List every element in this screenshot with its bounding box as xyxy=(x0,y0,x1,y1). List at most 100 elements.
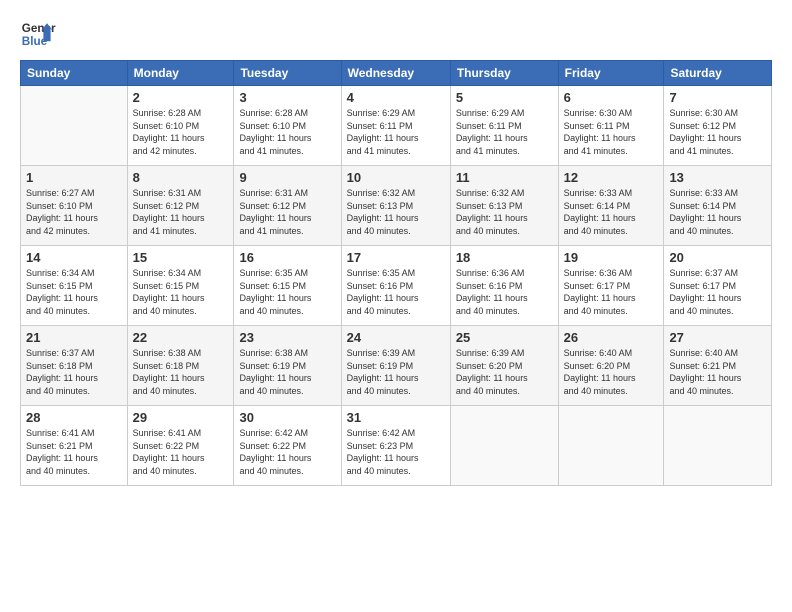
calendar-cell: 4 Sunrise: 6:29 AM Sunset: 6:11 PM Daylig… xyxy=(341,86,450,166)
calendar-week-row: 21 Sunrise: 6:37 AM Sunset: 6:18 PM Dayli… xyxy=(21,326,772,406)
day-number: 8 xyxy=(133,170,229,185)
col-thursday: Thursday xyxy=(450,61,558,86)
col-saturday: Saturday xyxy=(664,61,772,86)
day-number: 20 xyxy=(669,250,766,265)
day-number: 29 xyxy=(133,410,229,425)
day-info: Sunrise: 6:31 AM Sunset: 6:12 PM Dayligh… xyxy=(133,187,229,237)
day-info: Sunrise: 6:27 AM Sunset: 6:10 PM Dayligh… xyxy=(26,187,122,237)
day-number: 7 xyxy=(669,90,766,105)
day-number: 26 xyxy=(564,330,659,345)
day-info: Sunrise: 6:41 AM Sunset: 6:21 PM Dayligh… xyxy=(26,427,122,477)
calendar-week-row: 1 Sunrise: 6:27 AM Sunset: 6:10 PM Daylig… xyxy=(21,166,772,246)
calendar-cell: 18 Sunrise: 6:36 AM Sunset: 6:16 PM Dayli… xyxy=(450,246,558,326)
day-number: 22 xyxy=(133,330,229,345)
calendar-cell: 19 Sunrise: 6:36 AM Sunset: 6:17 PM Dayli… xyxy=(558,246,664,326)
day-number: 16 xyxy=(239,250,335,265)
day-number: 12 xyxy=(564,170,659,185)
calendar-week-row: 14 Sunrise: 6:34 AM Sunset: 6:15 PM Dayli… xyxy=(21,246,772,326)
day-number: 14 xyxy=(26,250,122,265)
calendar-cell xyxy=(450,406,558,486)
calendar-cell xyxy=(664,406,772,486)
col-friday: Friday xyxy=(558,61,664,86)
calendar-cell xyxy=(558,406,664,486)
calendar-cell: 2 Sunrise: 6:28 AM Sunset: 6:10 PM Daylig… xyxy=(127,86,234,166)
day-info: Sunrise: 6:30 AM Sunset: 6:12 PM Dayligh… xyxy=(669,107,766,157)
day-number: 4 xyxy=(347,90,445,105)
day-number: 3 xyxy=(239,90,335,105)
day-number: 10 xyxy=(347,170,445,185)
calendar-cell: 22 Sunrise: 6:38 AM Sunset: 6:18 PM Dayli… xyxy=(127,326,234,406)
day-info: Sunrise: 6:35 AM Sunset: 6:15 PM Dayligh… xyxy=(239,267,335,317)
day-number: 28 xyxy=(26,410,122,425)
day-info: Sunrise: 6:34 AM Sunset: 6:15 PM Dayligh… xyxy=(26,267,122,317)
day-number: 1 xyxy=(26,170,122,185)
calendar-cell: 23 Sunrise: 6:38 AM Sunset: 6:19 PM Dayli… xyxy=(234,326,341,406)
day-number: 27 xyxy=(669,330,766,345)
col-monday: Monday xyxy=(127,61,234,86)
day-info: Sunrise: 6:33 AM Sunset: 6:14 PM Dayligh… xyxy=(564,187,659,237)
header: General Blue xyxy=(20,16,772,52)
day-info: Sunrise: 6:32 AM Sunset: 6:13 PM Dayligh… xyxy=(347,187,445,237)
calendar-cell: 3 Sunrise: 6:28 AM Sunset: 6:10 PM Daylig… xyxy=(234,86,341,166)
day-info: Sunrise: 6:37 AM Sunset: 6:18 PM Dayligh… xyxy=(26,347,122,397)
day-number: 6 xyxy=(564,90,659,105)
day-info: Sunrise: 6:29 AM Sunset: 6:11 PM Dayligh… xyxy=(456,107,553,157)
day-info: Sunrise: 6:34 AM Sunset: 6:15 PM Dayligh… xyxy=(133,267,229,317)
day-number: 5 xyxy=(456,90,553,105)
day-number: 9 xyxy=(239,170,335,185)
day-number: 18 xyxy=(456,250,553,265)
day-info: Sunrise: 6:42 AM Sunset: 6:23 PM Dayligh… xyxy=(347,427,445,477)
calendar-cell: 30Sunrise: 6:42 AM Sunset: 6:22 PM Dayli… xyxy=(234,406,341,486)
day-info: Sunrise: 6:36 AM Sunset: 6:16 PM Dayligh… xyxy=(456,267,553,317)
calendar-cell: 6Sunrise: 6:30 AM Sunset: 6:11 PM Daylig… xyxy=(558,86,664,166)
day-info: Sunrise: 6:32 AM Sunset: 6:13 PM Dayligh… xyxy=(456,187,553,237)
calendar-cell: 20Sunrise: 6:37 AM Sunset: 6:17 PM Dayli… xyxy=(664,246,772,326)
calendar-table: Sunday Monday Tuesday Wednesday Thursday… xyxy=(20,60,772,486)
calendar-cell: 13Sunrise: 6:33 AM Sunset: 6:14 PM Dayli… xyxy=(664,166,772,246)
day-number: 19 xyxy=(564,250,659,265)
calendar-cell: 16 Sunrise: 6:35 AM Sunset: 6:15 PM Dayli… xyxy=(234,246,341,326)
day-number: 17 xyxy=(347,250,445,265)
calendar-week-row: 2 Sunrise: 6:28 AM Sunset: 6:10 PM Daylig… xyxy=(21,86,772,166)
col-tuesday: Tuesday xyxy=(234,61,341,86)
day-info: Sunrise: 6:28 AM Sunset: 6:10 PM Dayligh… xyxy=(133,107,229,157)
col-sunday: Sunday xyxy=(21,61,128,86)
day-info: Sunrise: 6:35 AM Sunset: 6:16 PM Dayligh… xyxy=(347,267,445,317)
calendar-cell: 8 Sunrise: 6:31 AM Sunset: 6:12 PM Daylig… xyxy=(127,166,234,246)
day-number: 24 xyxy=(347,330,445,345)
day-info: Sunrise: 6:40 AM Sunset: 6:21 PM Dayligh… xyxy=(669,347,766,397)
day-info: Sunrise: 6:39 AM Sunset: 6:19 PM Dayligh… xyxy=(347,347,445,397)
day-info: Sunrise: 6:28 AM Sunset: 6:10 PM Dayligh… xyxy=(239,107,335,157)
day-number: 15 xyxy=(133,250,229,265)
day-info: Sunrise: 6:29 AM Sunset: 6:11 PM Dayligh… xyxy=(347,107,445,157)
day-number: 2 xyxy=(133,90,229,105)
calendar-cell: 10 Sunrise: 6:32 AM Sunset: 6:13 PM Dayli… xyxy=(341,166,450,246)
col-wednesday: Wednesday xyxy=(341,61,450,86)
calendar-cell: 27 Sunrise: 6:40 AM Sunset: 6:21 PM Dayli… xyxy=(664,326,772,406)
logo: General Blue xyxy=(20,16,56,52)
calendar-cell: 17 Sunrise: 6:35 AM Sunset: 6:16 PM Dayli… xyxy=(341,246,450,326)
logo-icon: General Blue xyxy=(20,16,56,52)
day-number: 23 xyxy=(239,330,335,345)
day-info: Sunrise: 6:38 AM Sunset: 6:19 PM Dayligh… xyxy=(239,347,335,397)
calendar-cell: 5 Sunrise: 6:29 AM Sunset: 6:11 PM Daylig… xyxy=(450,86,558,166)
calendar-cell: 29Sunrise: 6:41 AM Sunset: 6:22 PM Dayli… xyxy=(127,406,234,486)
day-info: Sunrise: 6:38 AM Sunset: 6:18 PM Dayligh… xyxy=(133,347,229,397)
calendar-cell: 14 Sunrise: 6:34 AM Sunset: 6:15 PM Dayli… xyxy=(21,246,128,326)
day-info: Sunrise: 6:31 AM Sunset: 6:12 PM Dayligh… xyxy=(239,187,335,237)
day-info: Sunrise: 6:40 AM Sunset: 6:20 PM Dayligh… xyxy=(564,347,659,397)
day-number: 31 xyxy=(347,410,445,425)
day-info: Sunrise: 6:36 AM Sunset: 6:17 PM Dayligh… xyxy=(564,267,659,317)
calendar-cell: 11 Sunrise: 6:32 AM Sunset: 6:13 PM Dayli… xyxy=(450,166,558,246)
calendar-cell: 9 Sunrise: 6:31 AM Sunset: 6:12 PM Daylig… xyxy=(234,166,341,246)
calendar-cell: 7 Sunrise: 6:30 AM Sunset: 6:12 PM Daylig… xyxy=(664,86,772,166)
day-number: 13 xyxy=(669,170,766,185)
day-number: 11 xyxy=(456,170,553,185)
calendar-cell: 15 Sunrise: 6:34 AM Sunset: 6:15 PM Dayli… xyxy=(127,246,234,326)
day-number: 21 xyxy=(26,330,122,345)
day-number: 25 xyxy=(456,330,553,345)
calendar-cell xyxy=(21,86,128,166)
calendar-week-row: 28 Sunrise: 6:41 AM Sunset: 6:21 PM Dayli… xyxy=(21,406,772,486)
calendar-cell: 1 Sunrise: 6:27 AM Sunset: 6:10 PM Daylig… xyxy=(21,166,128,246)
day-number: 30 xyxy=(239,410,335,425)
